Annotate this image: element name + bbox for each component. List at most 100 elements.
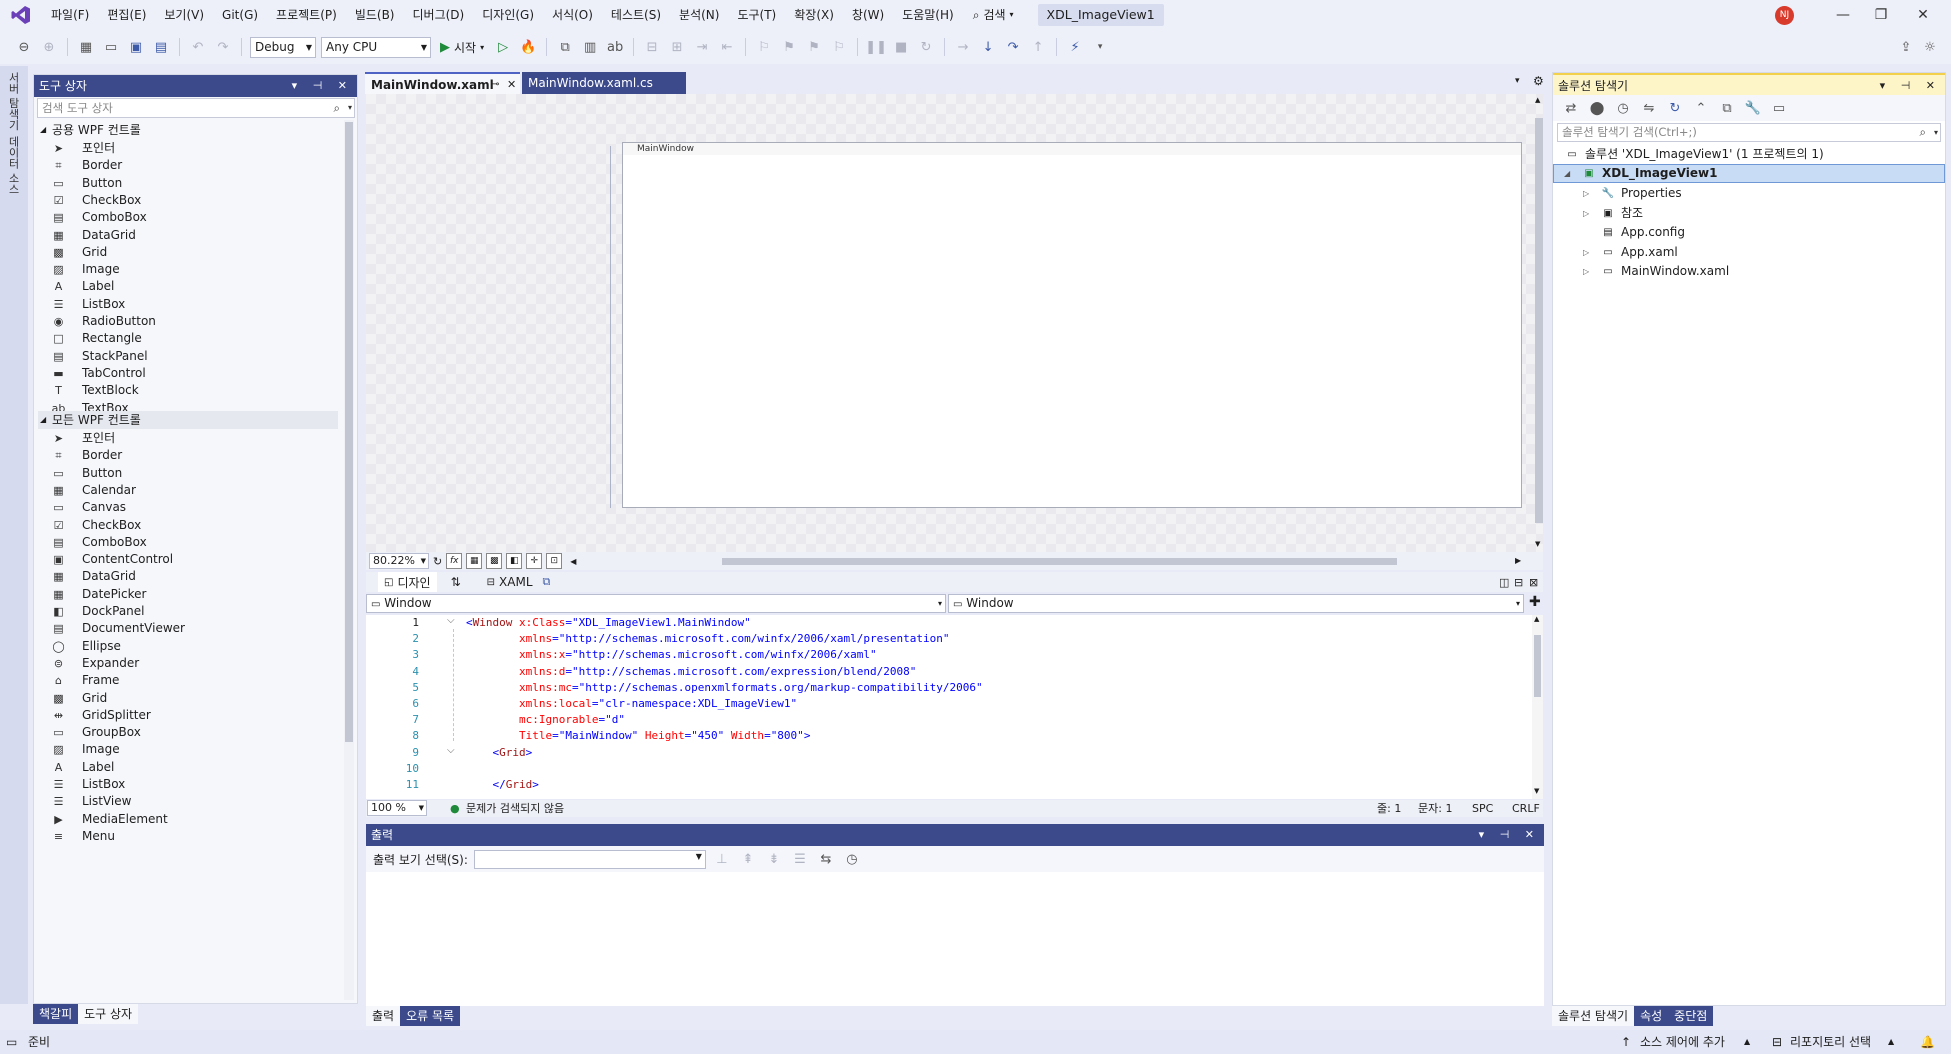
code-line[interactable]: 8 Title="MainWindow" Height="450" Width=… <box>366 728 1532 744</box>
indent-icon[interactable]: ⇥ <box>692 37 712 57</box>
code-line[interactable]: 1 <Window x:Class="XDL_ImageView1.MainWin… <box>366 615 1532 631</box>
tab-list-dropdown-icon[interactable]: ▾ <box>1515 76 1520 86</box>
open-folder-icon[interactable]: ▭ <box>101 37 121 57</box>
toolbox-scrollbar[interactable] <box>344 120 354 1000</box>
xaml-code-editor[interactable]: 1 <Window x:Class="XDL_ImageView1.MainWin… <box>366 615 1532 799</box>
pause-icon[interactable]: ❚❚ <box>865 37 887 57</box>
sync-icon[interactable]: ⇄ <box>1561 98 1581 118</box>
tab-design-view[interactable]: ◱ 디자인 <box>378 572 437 592</box>
tab-xaml-view[interactable]: ⊟ XAML <box>481 572 539 592</box>
code-line[interactable]: 9 <Grid> <box>366 745 1532 761</box>
menu-item[interactable]: 프로젝트(P) <box>267 0 346 30</box>
outdent-icon[interactable]: ⇤ <box>717 37 737 57</box>
tree-item[interactable]: ▷ 🔧 Properties <box>1583 184 1682 203</box>
tab-toolbox[interactable]: 도구 상자 <box>78 1004 139 1024</box>
tab-mainwindow-xaml[interactable]: MainWindow.xaml ⊸ ✕ <box>365 72 520 94</box>
panel-pin-close-icons[interactable]: ▾ ⊣ ✕ <box>292 75 353 97</box>
code-line[interactable]: 3 xmlns:x="http://schemas.microsoft.com/… <box>366 647 1532 663</box>
designer-vertical-scrollbar[interactable]: ▲ ▼ <box>1534 96 1544 551</box>
back-icon[interactable]: ⊖ <box>14 37 34 57</box>
tree-item[interactable]: ▤ App.config <box>1583 223 1685 242</box>
home-icon[interactable]: ⬤ <box>1587 98 1607 118</box>
settings-gear-icon[interactable]: ⚙ <box>1533 74 1544 88</box>
save-icon[interactable]: ▣ <box>126 37 146 57</box>
wpf-designer-surface[interactable]: MainWindow <box>366 94 1543 554</box>
search-menu[interactable]: ⌕ 검색 ▾ <box>963 0 1024 30</box>
collapse-toggle-icon[interactable]: ⌵ <box>447 745 455 756</box>
whitespace-indicator[interactable]: SPC <box>1472 800 1493 817</box>
tree-item[interactable]: ▷ ▭ App.xaml <box>1583 243 1678 262</box>
timestamp-icon[interactable]: ◷ <box>842 849 862 869</box>
refresh-icon[interactable]: ↻ <box>433 555 442 568</box>
zoom-select[interactable]: 80.22% ▼ <box>369 553 429 569</box>
output-source-select[interactable]: ▼ <box>473 849 706 869</box>
next-bookmark-icon[interactable]: ⚑ <box>804 37 824 57</box>
feedback-icon[interactable]: ☼ <box>1920 37 1940 57</box>
menu-item[interactable]: 편집(E) <box>98 0 155 30</box>
code-line[interactable]: 2 xmlns="http://schemas.microsoft.com/wi… <box>366 631 1532 647</box>
tab-output[interactable]: 출력 <box>366 1006 401 1026</box>
tab-solution-explorer[interactable]: 솔루션 탐색기 <box>1552 1006 1635 1026</box>
notifications-bell-icon[interactable]: 🔔 <box>1920 1030 1935 1054</box>
new-project-icon[interactable]: ▦ <box>76 37 96 57</box>
scroll-thumb[interactable] <box>345 122 353 742</box>
server-explorer-tab[interactable]: 서버 탐색기 <box>5 72 21 131</box>
tab-mainwindow-xaml-cs[interactable]: MainWindow.xaml.cs <box>522 72 686 94</box>
snap-grid-icon[interactable]: ▩ <box>486 553 503 569</box>
fx-effects-icon[interactable]: fx <box>446 553 463 569</box>
refresh-icon[interactable]: ↻ <box>1665 98 1685 118</box>
hot-reload-icon[interactable]: 🔥 <box>518 37 538 57</box>
collapse-toggle-icon[interactable]: ⌵ <box>447 615 455 626</box>
panel-pin-close-icons[interactable]: ▾ ⊣ ✕ <box>1880 75 1941 97</box>
restore-button[interactable]: ❐ <box>1858 0 1904 30</box>
line-ending-indicator[interactable]: CRLF <box>1512 800 1540 817</box>
chevron-down-icon[interactable]: ▾ <box>1934 124 1938 141</box>
show-next-statement-icon[interactable]: → <box>953 37 973 57</box>
swap-panes-icon[interactable]: ⇅ <box>451 575 461 589</box>
search-icon[interactable]: ⌕ <box>334 99 340 117</box>
history-icon[interactable]: ◷ <box>1613 98 1633 118</box>
editor-zoom-select[interactable]: 100 % ▼ <box>367 800 427 816</box>
scroll-thumb[interactable] <box>1535 118 1543 523</box>
menu-item[interactable]: 디자인(G) <box>473 0 543 30</box>
scroll-left-icon[interactable]: ◀ <box>570 557 576 566</box>
undo-icon[interactable]: ↶ <box>188 37 208 57</box>
spell-check-icon[interactable]: ab <box>605 37 625 57</box>
stop-icon[interactable]: ■ <box>891 37 911 57</box>
snap-lines-icon[interactable]: ✛ <box>526 553 543 569</box>
code-line[interactable]: 11 </Grid> <box>366 777 1532 793</box>
popout-icon[interactable]: ⧉ <box>543 575 551 589</box>
issues-status[interactable]: 문제가 검색되지 않음 <box>466 800 564 817</box>
save-all-icon[interactable]: ▤ <box>151 37 171 57</box>
avatar[interactable]: NJ <box>1775 6 1794 25</box>
search-icon[interactable]: ⌕ <box>1920 124 1926 141</box>
uncomment-icon[interactable]: ⊞ <box>667 37 687 57</box>
step-out-icon[interactable]: ↑ <box>1028 37 1048 57</box>
tree-solution-node[interactable]: ▭ 솔루션 'XDL_ImageView1' (1 프로젝트의 1) <box>1565 145 1823 164</box>
properties-icon[interactable]: 🔧 <box>1743 98 1763 118</box>
chevron-down-icon[interactable]: ▾ <box>348 99 352 117</box>
bookmark-icon[interactable]: ⚐ <box>754 37 774 57</box>
word-wrap-icon[interactable]: ⇆ <box>816 849 836 869</box>
layout-icon[interactable]: ▥ <box>580 37 600 57</box>
code-line[interactable]: 7 mc:Ignorable="d" <box>366 712 1532 728</box>
tab-bookmarks[interactable]: 책갈피 <box>33 1004 79 1024</box>
share-icon[interactable]: ⇪ <box>1896 37 1916 57</box>
platform-select[interactable]: Any CPU ▼ <box>321 36 431 58</box>
configuration-select[interactable]: Debug ▼ <box>250 36 316 58</box>
tab-breakpoints[interactable]: 중단점 <box>1668 1006 1713 1026</box>
next-message-icon[interactable]: ⇟ <box>764 849 784 869</box>
tree-project-node[interactable]: ◢ ▣ XDL_ImageView1 <box>1553 164 1945 183</box>
sync-with-document-icon[interactable]: ⇋ <box>1639 98 1659 118</box>
xaml-element-nav-left[interactable]: ▭ Window ▾ <box>366 594 946 613</box>
start-without-debug-icon[interactable]: ▷ <box>493 37 513 57</box>
prev-bookmark-icon[interactable]: ⚑ <box>779 37 799 57</box>
clear-bookmarks-icon[interactable]: ⚐ <box>829 37 849 57</box>
menu-item[interactable]: 테스트(S) <box>602 0 670 30</box>
menu-item[interactable]: Git(G) <box>213 0 267 30</box>
collapse-all-icon[interactable]: ⌃ <box>1691 98 1711 118</box>
solution-search-input[interactable]: 솔루션 탐색기 검색(Ctrl+;) ⌕ ▾ <box>1557 123 1941 142</box>
tab-error-list[interactable]: 오류 목록 <box>400 1006 460 1026</box>
menu-item[interactable]: 빌드(B) <box>346 0 404 30</box>
grid-icon[interactable]: ▦ <box>466 553 483 569</box>
